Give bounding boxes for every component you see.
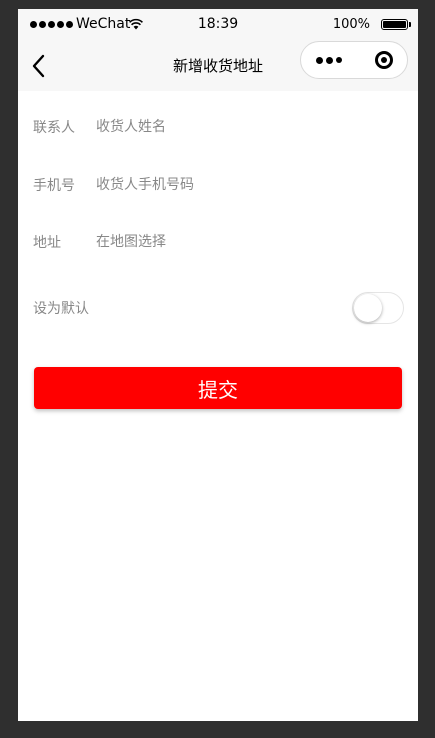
phone-row: 手机号: [18, 165, 418, 205]
nav-bar: 新增收货地址: [18, 41, 418, 91]
mini-program-capsule: [300, 41, 408, 79]
status-bar: WeChat 18:39 100%: [18, 9, 418, 41]
more-dots-icon: [316, 56, 323, 64]
default-row: 设为默认: [18, 286, 418, 330]
submit-button[interactable]: 提交: [34, 367, 402, 409]
contact-row: 联系人: [18, 107, 418, 147]
address-row: 地址: [18, 222, 418, 262]
address-label: 地址: [33, 235, 61, 251]
phone-label: 手机号: [33, 178, 75, 194]
phone-screen: WeChat 18:39 100% 新增收货地址 联系人 收货人姓名 手机号 收…: [18, 9, 418, 721]
phone-number-input[interactable]: [96, 171, 396, 199]
battery-icon: [381, 19, 411, 30]
default-toggle[interactable]: [352, 292, 404, 324]
target-close-icon: [375, 51, 393, 69]
contact-label: 联系人: [33, 120, 75, 136]
toggle-knob: [354, 294, 382, 322]
battery-percent: 100%: [332, 17, 370, 32]
more-button[interactable]: [307, 48, 351, 72]
default-label: 设为默认: [33, 301, 89, 317]
address-map-picker[interactable]: [96, 228, 396, 256]
contact-name-input[interactable]: [96, 113, 396, 141]
close-mini-program-button[interactable]: [369, 48, 399, 72]
